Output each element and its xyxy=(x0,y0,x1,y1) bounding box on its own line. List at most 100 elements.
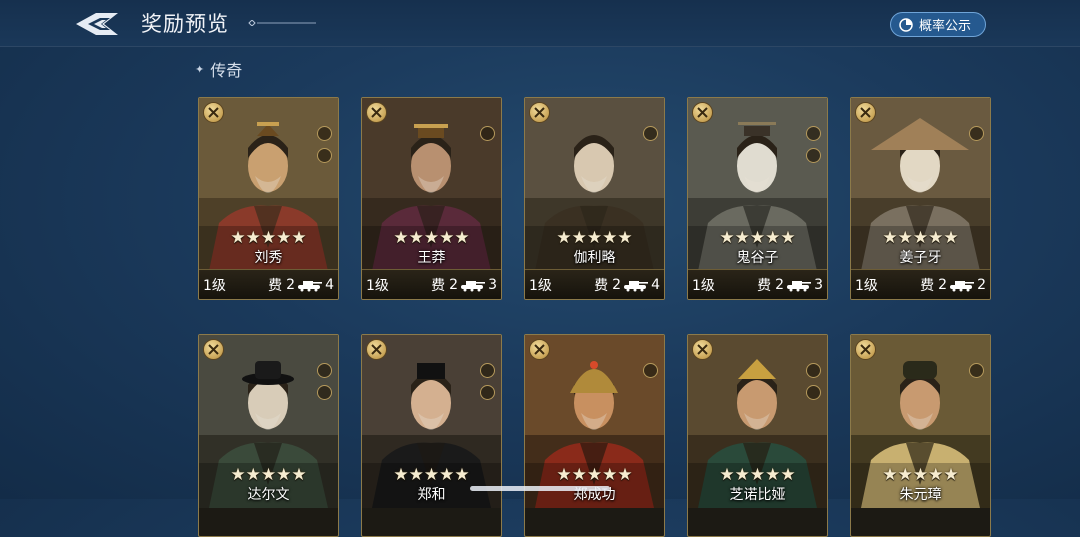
hero-name: 鬼谷子 xyxy=(736,250,779,266)
cost-value: 2 xyxy=(938,277,948,293)
title-divider-ornament xyxy=(248,20,316,26)
hero-card[interactable]: ★★★★★ 王莽 1级 费 2 3 xyxy=(361,97,502,300)
remove-hero-button[interactable] xyxy=(203,102,224,123)
close-icon xyxy=(697,344,708,355)
back-button[interactable] xyxy=(74,10,122,38)
hero-name: 姜子牙 xyxy=(899,250,942,266)
trait-badge-icon[interactable] xyxy=(643,126,658,141)
hero-info-bar: 1级 费 2 3 xyxy=(362,269,501,299)
hero-card[interactable]: ★★★★★ 郑成功 xyxy=(524,334,665,537)
pie-chart-icon xyxy=(899,17,913,32)
troop-icon xyxy=(298,280,323,291)
remove-hero-button[interactable] xyxy=(529,339,550,360)
hero-level: 1级 xyxy=(692,278,715,294)
star-rating: ★★★★★ xyxy=(719,465,796,485)
hero-card[interactable]: ★★★★★ 郑和 xyxy=(361,334,502,537)
close-icon xyxy=(371,107,382,118)
remove-hero-button[interactable] xyxy=(366,339,387,360)
close-icon xyxy=(860,344,871,355)
hero-card[interactable]: ★★★★★ 姜子牙 1级 费 2 2 xyxy=(850,97,991,300)
remove-hero-button[interactable] xyxy=(692,102,713,123)
star-rating: ★★★★★ xyxy=(230,228,307,248)
trait-badge-icon[interactable] xyxy=(317,148,332,163)
hero-info-bar: 1级 费 2 4 xyxy=(199,269,338,299)
hero-level: 1级 xyxy=(366,278,389,294)
hero-card[interactable]: ★★★★★ 达尔文 xyxy=(198,334,339,537)
hero-level: 1级 xyxy=(203,278,226,294)
troop-count: 2 xyxy=(977,277,986,293)
hero-info-bar: 1级 费 2 2 xyxy=(851,269,990,299)
hero-name: 芝诺比娅 xyxy=(729,487,786,503)
close-icon xyxy=(208,107,219,118)
trait-badge-icon[interactable] xyxy=(969,126,984,141)
trait-badge-icon[interactable] xyxy=(806,363,821,378)
troop-icon xyxy=(950,280,975,291)
close-icon xyxy=(860,107,871,118)
remove-hero-button[interactable] xyxy=(366,102,387,123)
remove-hero-button[interactable] xyxy=(203,339,224,360)
cost-label: 费 xyxy=(431,278,446,294)
trait-badge-icon[interactable] xyxy=(480,363,495,378)
remove-hero-button[interactable] xyxy=(692,339,713,360)
section-header-legendary: ✦ 传奇 xyxy=(195,57,242,81)
trait-badge-icon[interactable] xyxy=(317,363,332,378)
star-rating: ★★★★★ xyxy=(556,228,633,248)
remove-hero-button[interactable] xyxy=(855,339,876,360)
top-bar: 奖励预览 概率公示 xyxy=(0,0,1080,47)
hero-card[interactable]: ★★★★★ 刘秀 1级 费 2 4 xyxy=(198,97,339,300)
cost-label: 费 xyxy=(757,278,772,294)
trait-badge-icon[interactable] xyxy=(480,126,495,141)
cost-label: 费 xyxy=(268,278,283,294)
trait-badge-icon[interactable] xyxy=(643,363,658,378)
hero-cost: 费 2 3 xyxy=(431,275,497,295)
hero-card[interactable]: ★★★★★ 伽利略 1级 费 2 4 xyxy=(524,97,665,300)
close-icon xyxy=(371,344,382,355)
star-rating: ★★★★★ xyxy=(882,228,959,248)
troop-count: 4 xyxy=(651,277,660,293)
probability-button-label: 概率公示 xyxy=(919,19,972,34)
troop-icon xyxy=(461,280,486,291)
remove-hero-button[interactable] xyxy=(529,102,550,123)
trait-badge-icon[interactable] xyxy=(969,363,984,378)
hero-card[interactable]: ★★★★★ 鬼谷子 1级 费 2 3 xyxy=(687,97,828,300)
hero-info-bar: 1级 费 2 4 xyxy=(525,269,664,299)
hero-name: 伽利略 xyxy=(573,250,616,266)
trait-badge-icon[interactable] xyxy=(317,126,332,141)
close-icon xyxy=(697,107,708,118)
hero-level: 1级 xyxy=(529,278,552,294)
troop-count: 3 xyxy=(814,277,823,293)
home-indicator[interactable] xyxy=(470,486,610,491)
cost-value: 2 xyxy=(775,277,785,293)
cost-label: 费 xyxy=(594,278,609,294)
remove-hero-button[interactable] xyxy=(855,102,876,123)
star-rating: ★★★★★ xyxy=(556,465,633,485)
hero-info-bar: 1级 费 2 3 xyxy=(688,269,827,299)
trait-badge-icon[interactable] xyxy=(806,148,821,163)
trait-badge-icon[interactable] xyxy=(480,385,495,400)
hero-cost: 费 2 4 xyxy=(594,275,660,295)
cost-value: 2 xyxy=(286,277,296,293)
hero-cost: 费 2 4 xyxy=(268,275,334,295)
hero-level: 1级 xyxy=(855,278,878,294)
back-arrow-icon xyxy=(76,13,118,35)
sparkle-icon: ✦ xyxy=(195,62,205,76)
star-rating: ★★★★★ xyxy=(719,228,796,248)
cost-value: 2 xyxy=(612,277,622,293)
troop-count: 4 xyxy=(325,277,334,293)
trait-badge-icon[interactable] xyxy=(806,126,821,141)
star-rating: ★★★★★ xyxy=(230,465,307,485)
cost-label: 费 xyxy=(920,278,935,294)
troop-icon xyxy=(624,280,649,291)
hero-card[interactable]: ★★★★★ 朱元璋 xyxy=(850,334,991,537)
trait-badge-icon[interactable] xyxy=(806,385,821,400)
troop-count: 3 xyxy=(488,277,497,293)
hero-cost: 费 2 2 xyxy=(920,275,986,295)
page-title: 奖励预览 xyxy=(141,12,229,36)
probability-disclosure-button[interactable]: 概率公示 xyxy=(890,12,986,37)
star-rating: ★★★★★ xyxy=(393,228,470,248)
hero-card[interactable]: ★★★★★ 芝诺比娅 xyxy=(687,334,828,537)
hero-cost: 费 2 3 xyxy=(757,275,823,295)
section-label: 传奇 xyxy=(210,61,243,80)
hero-name: 达尔文 xyxy=(247,487,290,503)
trait-badge-icon[interactable] xyxy=(317,385,332,400)
